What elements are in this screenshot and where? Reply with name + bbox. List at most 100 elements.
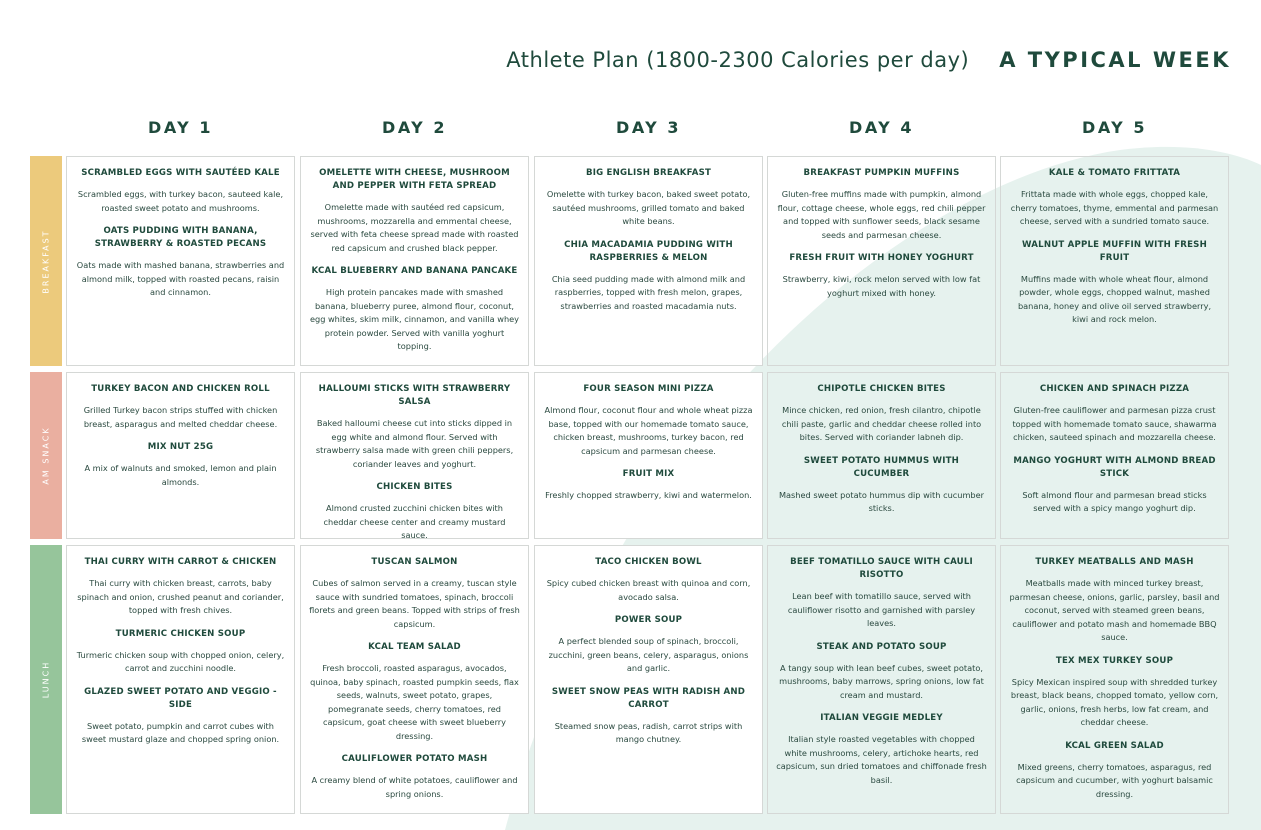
meal-item-title: TURKEY MEATBALLS AND MASH <box>1035 557 1194 567</box>
meal-item-title: SWEET POTATO HUMMUS WITH CUCUMBER <box>803 455 960 479</box>
meal-item-title: KCAL TEAM SALAD <box>368 642 461 652</box>
meal-item: FRUIT MIX Freshly chopped strawberry, kiw… <box>543 468 754 503</box>
meal-item-description: Omelette with turkey bacon, baked sweet … <box>546 189 751 226</box>
meal-item-description: Spicy cubed chicken breast with quinoa a… <box>546 578 751 602</box>
meal-item-description: Thai curry with chicken breast, carrots,… <box>77 578 284 615</box>
meal-item: MANGO YOGHURT WITH ALMOND BREAD STICK Sof… <box>1009 455 1220 516</box>
meal-item-description: Soft almond flour and parmesan bread sti… <box>1022 489 1207 514</box>
meal-item-title: KCAL BLUEBERRY AND BANANA PANCAKE <box>311 266 518 276</box>
meal-item: OATS PUDDING WITH BANANA, STRAWBERRY & R… <box>75 225 286 300</box>
am-snack-day-5-cell: CHICKEN AND SPINACH PIZZA Gluten-free cau… <box>1000 372 1229 539</box>
meal-item-description: Cubes of salmon served in a creamy, tusc… <box>309 578 520 629</box>
meal-item-description: Chia seed pudding made with almond milk … <box>551 273 746 311</box>
meal-item: SWEET SNOW PEAS WITH RADISH AND CARROT St… <box>543 686 754 747</box>
meal-item: TACO CHICKEN BOWL Spicy cubed chicken bre… <box>543 556 754 604</box>
meal-item-description: Almond flour, coconut flour and whole wh… <box>544 405 753 456</box>
meal-item-title: SWEET SNOW PEAS WITH RADISH AND CARROT <box>551 686 746 710</box>
meal-item-title: BEEF TOMATILLO SAUCE WITH CAULI RISOTTO <box>790 557 973 580</box>
meal-item-title: FOUR SEASON MINI PIZZA <box>583 384 714 394</box>
meal-item-description: Sweet potato, pumpkin and carrot cubes w… <box>81 720 280 745</box>
day-header-4: DAY 4 <box>849 118 914 137</box>
am-snack-day-4-cell: CHIPOTLE CHICKEN BITES Mince chicken, red… <box>767 372 996 539</box>
lunch-day-3-cell: TACO CHICKEN BOWL Spicy cubed chicken bre… <box>534 545 763 814</box>
breakfast-day-2-cell: OMELETTE WITH CHEESE, MUSHROOM AND PEPPE… <box>300 156 529 366</box>
meal-item-description: Steamed snow peas, radish, carrot strips… <box>554 720 743 745</box>
meal-item-title: ITALIAN VEGGIE MEDLEY <box>820 713 943 723</box>
meal-item-description: A creamy blend of white potatoes, caulif… <box>311 775 518 799</box>
meal-item: KALE & TOMATO FRITTATA Frittata made with… <box>1009 167 1220 229</box>
meal-item-title: STEAK AND POTATO SOUP <box>816 641 947 652</box>
day-header-1: DAY 1 <box>148 118 213 137</box>
meal-item-title: MANGO YOGHURT WITH ALMOND BREAD STICK <box>1013 455 1216 479</box>
meal-item-title: MIX NUT 25G <box>147 442 214 452</box>
meal-item: ITALIAN VEGGIE MEDLEY Italian style roast… <box>776 712 987 787</box>
meal-item: CHICKEN BITES Almond crusted zucchini chi… <box>309 481 520 543</box>
meal-item-description: Meatballs made with minced turkey breast… <box>1009 578 1220 642</box>
meal-item: KCAL GREEN SALAD Mixed greens, cherry tom… <box>1009 740 1220 802</box>
am-snack-day-1-cell: TURKEY BACON AND CHICKEN ROLL Grilled Tur… <box>66 372 295 539</box>
meal-item-title: CHICKEN AND SPINACH PIZZA <box>1039 384 1190 394</box>
meal-item-description: Mashed sweet potato hummus dip with cucu… <box>778 489 985 514</box>
meal-item: CAULIFLOWER POTATO MASH A creamy blend of… <box>309 753 520 801</box>
meal-item-title: TEX MEX TURKEY SOUP <box>1055 655 1174 666</box>
meal-item: FOUR SEASON MINI PIZZA Almond flour, coco… <box>543 383 754 458</box>
meal-item-description: Grilled Turkey bacon strips stuffed with… <box>83 405 278 429</box>
meal-item: SWEET POTATO HUMMUS WITH CUCUMBER Mashed … <box>776 455 987 516</box>
meal-item-description: Gluten-free muffins made with pumpkin, a… <box>777 189 986 240</box>
lunch-label: LUNCH <box>41 660 51 699</box>
meal-item-title: WALNUT APPLE MUFFIN WITH FRESH FRUIT <box>1022 239 1207 263</box>
meal-item: FRESH FRUIT WITH HONEY YOGHURT Strawberry… <box>776 252 987 300</box>
meal-item-description: Muffins made with whole wheat flour, alm… <box>1017 273 1212 325</box>
day-header-3: DAY 3 <box>616 118 681 137</box>
meal-item-title: TUSCAN SALMON <box>371 557 458 567</box>
meal-item-title: CHIPOTLE CHICKEN BITES <box>817 384 946 394</box>
meal-item-description: A mix of walnuts and smoked, lemon and p… <box>84 463 277 487</box>
meal-item-description: Italian style roasted vegetables with ch… <box>776 734 987 785</box>
lunch-day-4-cell: BEEF TOMATILLO SAUCE WITH CAULI RISOTTO L… <box>767 545 996 814</box>
breakfast-day-5-cell: KALE & TOMATO FRITTATA Frittata made with… <box>1000 156 1229 366</box>
meal-item-title: THAI CURRY WITH CARROT & CHICKEN <box>84 557 277 567</box>
meal-item-description: A tangy soup with lean beef cubes, sweet… <box>779 662 984 700</box>
meal-item: TURMERIC CHICKEN SOUP Turmeric chicken so… <box>75 628 286 676</box>
meal-item: TEX MEX TURKEY SOUP Spicy Mexican inspire… <box>1009 655 1220 730</box>
am-snack-day-2-cell: HALLOUMI STICKS WITH STRAWBERRY SALSA Bak… <box>300 372 529 540</box>
meal-item-title: FRESH FRUIT WITH HONEY YOGHURT <box>789 253 974 263</box>
meal-item-description: Omelette made with sautéed red capsicum,… <box>310 202 519 253</box>
meal-item-description: Fresh broccoli, roasted asparagus, avoca… <box>310 663 519 741</box>
meal-item-description: Lean beef with tomatillo sauce, served w… <box>787 591 976 628</box>
meal-item-title: BIG ENGLISH BREAKFAST <box>585 168 712 178</box>
meal-item-description: Gluten-free cauliflower and parmesan piz… <box>1012 405 1217 442</box>
meal-item: GLAZED SWEET POTATO AND VEGGIO - SIDE Swe… <box>75 686 286 747</box>
meal-item-title: KCAL GREEN SALAD <box>1065 740 1164 751</box>
meal-item-title: TURMERIC CHICKEN SOUP <box>115 628 246 639</box>
breakfast-day-3-cell: BIG ENGLISH BREAKFAST Omelette with turke… <box>534 156 763 366</box>
page-title: A TYPICAL WEEK <box>999 48 1231 72</box>
breakfast-label: BREAKFAST <box>41 228 51 294</box>
am-snack-label: AM SNACK <box>41 426 51 485</box>
meal-item-title: GLAZED SWEET POTATO AND VEGGIO - SIDE <box>84 686 277 710</box>
meal-item-title: KALE & TOMATO FRITTATA <box>1048 168 1181 178</box>
am-snack-label-bar: AM SNACK <box>30 372 62 539</box>
meal-item: POWER SOUP A perfect blended soup of spin… <box>543 614 754 676</box>
meal-item-description: Freshly chopped strawberry, kiwi and wat… <box>545 490 752 500</box>
meal-item: BREAKFAST PUMPKIN MUFFINS Gluten-free muf… <box>776 167 987 242</box>
meal-item-title: SCRAMBLED EGGS WITH SAUTÉED KALE <box>81 168 280 178</box>
meal-item: THAI CURRY WITH CARROT & CHICKEN Thai cur… <box>75 556 286 618</box>
meal-item-title: FRUIT MIX <box>622 469 675 479</box>
meal-item-description: Baked halloumi cheese cut into sticks di… <box>315 418 514 469</box>
meal-item: CHIPOTLE CHICKEN BITES Mince chicken, red… <box>776 383 987 445</box>
meal-item: WALNUT APPLE MUFFIN WITH FRESH FRUIT Muff… <box>1009 239 1220 327</box>
meal-item-title: OATS PUDDING WITH BANANA, STRAWBERRY & R… <box>94 226 267 249</box>
meal-item-title: CHICKEN BITES <box>376 482 453 492</box>
meal-item-title: OMELETTE WITH CHEESE, MUSHROOM AND PEPPE… <box>319 168 510 191</box>
meal-item: BIG ENGLISH BREAKFAST Omelette with turke… <box>543 167 754 229</box>
meal-item-description: Frittata made with whole eggs, chopped k… <box>1010 189 1219 226</box>
meal-item-title: CAULIFLOWER POTATO MASH <box>341 754 488 764</box>
am-snack-day-3-cell: FOUR SEASON MINI PIZZA Almond flour, coco… <box>534 372 763 539</box>
meal-item: STEAK AND POTATO SOUP A tangy soup with l… <box>776 641 987 703</box>
meal-item-title: POWER SOUP <box>614 615 683 625</box>
plan-subtitle: Athlete Plan (1800-2300 Calories per day… <box>506 48 970 72</box>
meal-item: KCAL TEAM SALAD Fresh broccoli, roasted a… <box>309 641 520 743</box>
day-header-5: DAY 5 <box>1082 118 1147 137</box>
meal-item: KCAL BLUEBERRY AND BANANA PANCAKE High pr… <box>309 265 520 354</box>
